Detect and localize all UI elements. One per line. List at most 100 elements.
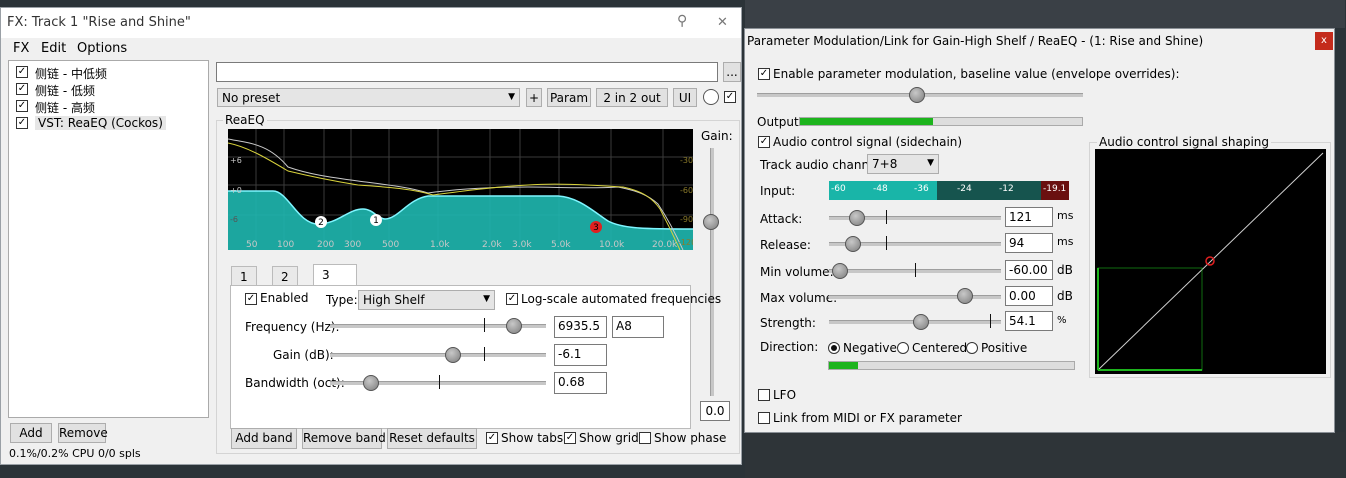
cpu-status: 0.1%/0.2% CPU 0/0 spls (9, 447, 141, 460)
param-button[interactable]: Param (547, 88, 591, 107)
remove-band-button[interactable]: Remove band (302, 428, 386, 449)
gain-db-slider-track[interactable] (330, 353, 546, 357)
link-label: Link from MIDI or FX parameter (773, 411, 962, 425)
gain-slider-track[interactable] (710, 148, 714, 396)
output-label: Output: (757, 115, 803, 129)
show-tabs-checkbox[interactable]: ✓ (486, 432, 498, 444)
fx-chain-item-selected[interactable]: VST: ReaEQ (Cockos) (35, 116, 166, 130)
frequency-slider-knob[interactable] (505, 318, 522, 334)
reset-defaults-button[interactable]: Reset defaults (387, 428, 477, 449)
frequency-input[interactable]: 6935.5 (554, 316, 607, 338)
fx-enable-checkbox[interactable]: ✓ (16, 117, 28, 129)
fx-enable-checkbox[interactable]: ✓ (16, 100, 28, 112)
logscale-checkbox[interactable]: ✓ (506, 293, 518, 305)
freq-tick-label: 5.0k (551, 240, 571, 250)
shaping-label: Audio control signal shaping (1097, 135, 1272, 149)
direction-positive-radio[interactable] (966, 342, 978, 354)
gain-slider-knob[interactable] (703, 214, 719, 230)
bypass-checkbox[interactable]: ✓ (724, 91, 736, 103)
max-volume-input[interactable]: 0.00 (1005, 286, 1053, 306)
enable-modulation-checkbox[interactable]: ✓ (758, 68, 770, 80)
gain-db-input[interactable]: -6.1 (554, 344, 607, 366)
shaping-graph[interactable] (1095, 149, 1326, 374)
tab-band-3[interactable]: 3 (313, 264, 357, 286)
strength-unit: % (1057, 315, 1067, 326)
attack-input[interactable]: 121 (1005, 207, 1053, 227)
fx-enable-checkbox[interactable]: ✓ (16, 66, 28, 78)
meter-tick-label: -48 (873, 184, 888, 194)
show-grid-label: Show grid (579, 431, 639, 445)
close-icon[interactable]: ✕ (717, 15, 728, 30)
lfo-checkbox[interactable] (758, 389, 770, 401)
output-meter (799, 117, 1083, 126)
menu-fx[interactable]: FX (13, 41, 29, 56)
fx-titlebar[interactable]: FX: Track 1 "Rise and Shine" ⚲ ✕ (1, 8, 741, 38)
max-volume-slider-track[interactable] (829, 295, 1001, 299)
fx-chain-item[interactable]: 侧链 - 中低频 (35, 65, 107, 82)
menu-options[interactable]: Options (77, 41, 127, 56)
track-channel-label: Track audio channel: (760, 158, 884, 172)
release-label: Release: (760, 238, 811, 252)
fx-chain-item[interactable]: 侧链 - 高频 (35, 99, 95, 116)
browse-button[interactable]: ... (723, 62, 741, 82)
fx-chain-list[interactable]: ✓ 侧链 - 中低频 ✓ 侧链 - 低频 ✓ 侧链 - 高频 ✓ VST: Re… (8, 60, 209, 418)
pin-icon[interactable]: ⚲ (677, 13, 687, 29)
audio-control-checkbox[interactable]: ✓ (758, 136, 770, 148)
min-volume-slider-knob[interactable] (832, 263, 848, 279)
direction-negative-radio[interactable] (828, 342, 840, 354)
io-routing-button[interactable]: 2 in 2 out (596, 88, 668, 107)
freq-tick-label: 500 (382, 240, 399, 250)
direction-centered-radio[interactable] (897, 342, 909, 354)
link-checkbox[interactable] (758, 412, 770, 424)
attack-slider-knob[interactable] (849, 210, 865, 226)
track-channel-dropdown[interactable]: 7+8 ▼ (867, 154, 939, 174)
bandwidth-slider-default-mark (439, 375, 440, 389)
input-meter-unlit: -24 -12 (937, 181, 1041, 200)
fx-window: FX: Track 1 "Rise and Shine" ⚲ ✕ FX Edit… (0, 7, 742, 465)
note-input[interactable]: A8 (612, 316, 664, 338)
max-volume-slider-knob[interactable] (957, 288, 973, 304)
strength-input[interactable]: 54.1 (1005, 311, 1053, 331)
tab-band-1[interactable]: 1 (231, 266, 257, 286)
wet-knob[interactable] (703, 89, 719, 105)
preset-value: No preset (222, 91, 281, 105)
menu-edit[interactable]: Edit (41, 41, 66, 56)
attack-unit: ms (1057, 209, 1074, 222)
band-type-value: High Shelf (363, 293, 425, 307)
tab-band-2[interactable]: 2 (272, 266, 298, 286)
show-grid-checkbox[interactable]: ✓ (564, 432, 576, 444)
min-volume-unit: dB (1057, 263, 1073, 277)
fx-menubar: FX Edit Options (1, 38, 741, 58)
add-fx-button[interactable]: Add (10, 423, 52, 443)
bandwidth-slider-knob[interactable] (363, 375, 380, 391)
direction-positive-label: Positive (981, 341, 1028, 355)
pm-titlebar[interactable]: Parameter Modulation/Link for Gain-High … (745, 29, 1334, 55)
gain-value-field[interactable]: 0.0 (700, 401, 730, 421)
show-tabs-label: Show tabs (501, 431, 564, 445)
band-enabled-checkbox[interactable]: ✓ (245, 293, 257, 305)
preset-dropdown[interactable]: No preset ▼ (217, 88, 520, 107)
min-volume-input[interactable]: -60.00 (1005, 260, 1053, 280)
fx-chain-item[interactable]: 侧链 - 低频 (35, 82, 95, 99)
input-meter-peak: -19.1 (1041, 181, 1069, 200)
strength-slider-knob[interactable] (913, 314, 929, 330)
show-phase-checkbox[interactable] (639, 432, 651, 444)
gain-db-label: Gain (dB): (273, 348, 334, 362)
add-band-button[interactable]: Add band (231, 428, 297, 449)
bandwidth-input[interactable]: 0.68 (554, 372, 607, 394)
eq-graph[interactable]: 1 2 3 +6 +0 -6 -30 -60 -90 -120 50 100 2… (228, 129, 693, 250)
attack-label: Attack: (760, 212, 803, 226)
release-slider-knob[interactable] (845, 236, 861, 252)
fx-name-field[interactable] (216, 62, 718, 82)
gain-db-slider-knob[interactable] (445, 347, 462, 363)
release-input[interactable]: 94 (1005, 233, 1053, 253)
ui-button[interactable]: UI (673, 88, 697, 107)
band-type-dropdown[interactable]: High Shelf ▼ (358, 290, 495, 310)
baseline-slider-knob[interactable] (908, 87, 925, 103)
fx-enable-checkbox[interactable]: ✓ (16, 83, 28, 95)
close-icon[interactable]: x (1315, 32, 1333, 50)
remove-fx-button[interactable]: Remove (58, 423, 108, 443)
show-phase-label: Show phase (654, 431, 727, 445)
preset-plus-button[interactable]: + (526, 88, 542, 107)
db-tick-label: -120 (678, 238, 693, 247)
